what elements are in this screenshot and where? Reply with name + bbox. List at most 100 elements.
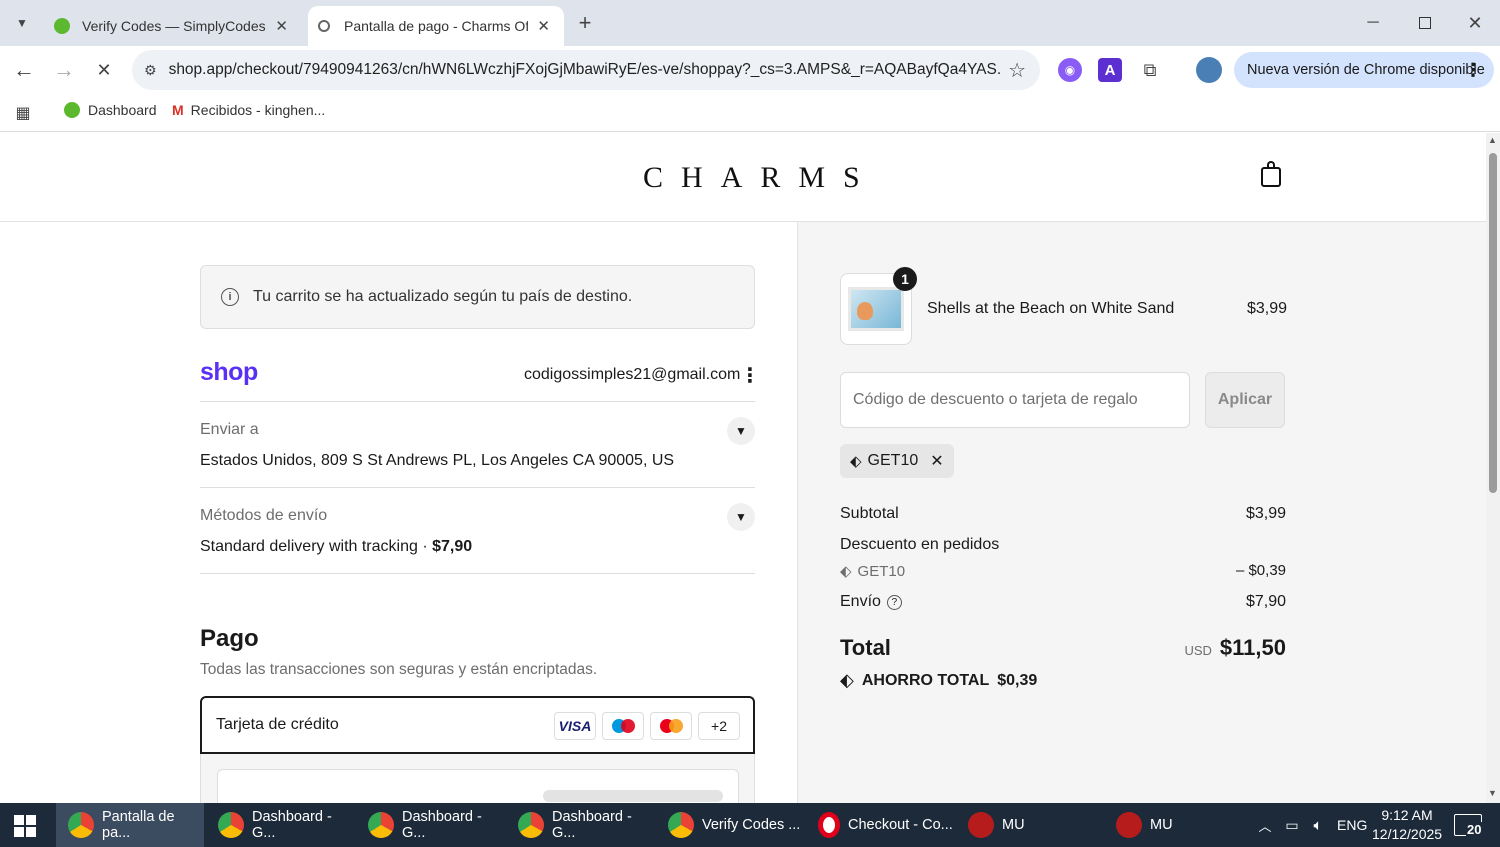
address-bar[interactable]: ⚙ shop.app/checkout/79490941263/cn/hWN6L… — [132, 50, 1040, 90]
chrome-update-button[interactable]: Nueva versión de Chrome disponible ⋮ — [1234, 52, 1494, 88]
update-label: Nueva versión de Chrome disponible — [1247, 62, 1485, 78]
apply-discount-button[interactable]: Aplicar — [1205, 372, 1285, 428]
ship-to-address: Estados Unidos, 809 S St Andrews PL, Los… — [200, 452, 675, 469]
cart-updated-notice: i Tu carrito se ha actualizado según tu … — [200, 265, 755, 329]
taskbar-item-dashboard-3[interactable]: Dashboard - G... — [506, 803, 654, 847]
savings-value: $0,39 — [997, 671, 1038, 689]
credit-card-label: Tarjeta de crédito — [216, 716, 339, 733]
discount-value: – $0,39 — [1235, 562, 1286, 579]
bookmarks-bar: ▦ Dashboard M Recibidos - kinghen... — [0, 94, 1500, 132]
extension-a-icon[interactable]: A — [1098, 58, 1122, 82]
tag-icon: ⬖ — [840, 670, 854, 690]
total-label: Total — [840, 635, 891, 660]
page-scrollbar[interactable]: ▲ ▼ — [1486, 133, 1500, 803]
taskbar-label: Pantalla de pa... — [102, 809, 175, 841]
total-amount: USD $11,50 — [1184, 635, 1286, 661]
shipping-method-expand-chevron-icon[interactable]: ▼ — [727, 503, 755, 531]
tab-verify-codes[interactable]: Verify Codes — SimplyCodes ✕ — [44, 6, 302, 46]
shipping-method-label: Métodos de envío — [200, 507, 328, 524]
store-logo[interactable]: CHARMS — [643, 161, 878, 195]
browser-toolbar: ← → ✕ ⚙ shop.app/checkout/79490941263/cn… — [0, 46, 1500, 94]
language-indicator[interactable]: ENG — [1337, 817, 1367, 833]
close-window-icon[interactable]: ✕ — [1460, 8, 1490, 38]
taskbar-item-opera-checkout[interactable]: Checkout - Co... — [806, 803, 954, 847]
new-tab-icon[interactable]: + — [572, 10, 598, 36]
shipping-value: $7,90 — [1245, 593, 1286, 610]
restore-icon[interactable] — [1410, 8, 1440, 38]
taskbar-label: Dashboard - G... — [252, 809, 332, 841]
subtotal-row: Subtotal $3,99 — [840, 505, 1286, 523]
taskbar-item-dashboard-2[interactable]: Dashboard - G... — [356, 803, 504, 847]
taskbar-item-mu-2[interactable]: MU — [1104, 803, 1252, 847]
cart-bag-icon[interactable] — [1261, 161, 1281, 187]
divider — [200, 401, 755, 402]
mu-game-icon — [968, 812, 994, 838]
bookmark-label: Dashboard — [88, 102, 157, 118]
total-value: $11,50 — [1219, 635, 1286, 660]
extensions-puzzle-icon[interactable]: ⧉ — [1138, 58, 1162, 82]
total-currency: USD — [1184, 643, 1212, 658]
tab-title: Pantalla de pago - Charms Offic — [344, 18, 528, 34]
bookmark-gmail[interactable]: M Recibidos - kinghen... — [172, 102, 325, 118]
close-tab-icon[interactable]: ✕ — [275, 17, 288, 35]
profile-avatar-icon[interactable] — [1196, 57, 1222, 83]
taskbar-item-mu-1[interactable]: MU — [956, 803, 1104, 847]
forward-icon[interactable]: → — [50, 56, 78, 84]
account-email: codigossimples21@gmail.com — [524, 366, 741, 383]
minimize-icon[interactable]: ─ — [1358, 8, 1388, 38]
bookmark-dashboard[interactable]: Dashboard — [64, 102, 157, 118]
remove-discount-icon[interactable]: ✕ — [930, 451, 943, 471]
tab-search-icon[interactable]: ▼ — [8, 10, 36, 36]
taskbar-label: MU — [1150, 817, 1173, 833]
bookmark-star-icon[interactable]: ☆ — [1002, 57, 1026, 83]
discount-code-text: GET10 — [857, 563, 906, 580]
menu-dots-icon[interactable]: ⋮ — [1464, 60, 1482, 81]
windows-start-icon[interactable] — [14, 815, 36, 837]
taskbar-item-verify-codes[interactable]: Verify Codes ... — [656, 803, 804, 847]
ship-to-expand-chevron-icon[interactable]: ▼ — [727, 417, 755, 445]
scrollbar-thumb[interactable] — [1489, 153, 1497, 493]
ship-to-label: Enviar a — [200, 421, 259, 438]
volume-icon[interactable]: 🔈︎ — [1308, 815, 1328, 835]
bookmark-label: Recibidos - kinghen... — [190, 102, 326, 118]
tab-strip: ▼ Verify Codes — SimplyCodes ✕ Pantalla … — [0, 0, 1500, 46]
shipping-row: Envío? $7,90 — [840, 593, 1286, 611]
tab-checkout[interactable]: Pantalla de pago - Charms Offic ✕ — [308, 6, 564, 46]
extension-icon[interactable]: ◉ — [1058, 58, 1082, 82]
taskbar-label: Dashboard - G... — [402, 809, 482, 841]
taskbar-item-dashboard-1[interactable]: Dashboard - G... — [206, 803, 354, 847]
url-text[interactable]: shop.app/checkout/79490941263/cn/hWN6LWc… — [169, 61, 1010, 79]
divider — [200, 487, 755, 488]
credit-card-option[interactable]: Tarjeta de crédito VISA +2 — [200, 696, 755, 754]
close-tab-icon[interactable]: ✕ — [537, 17, 550, 35]
show-hidden-icons-chevron-icon[interactable]: ︿ — [1256, 815, 1274, 835]
subtotal-label: Subtotal — [840, 505, 899, 522]
clock[interactable]: 9:12 AM 12/12/2025 — [1372, 806, 1442, 844]
shipping-method-price: $7,90 — [432, 538, 473, 555]
scroll-down-arrow-icon[interactable]: ▼ — [1488, 788, 1497, 798]
gmail-icon: M — [172, 102, 184, 118]
more-cards-badge: +2 — [698, 712, 740, 740]
card-number-field[interactable] — [217, 769, 739, 803]
separator: · — [417, 538, 433, 555]
chrome-icon — [368, 812, 394, 838]
help-icon[interactable]: ? — [886, 595, 902, 610]
stop-loading-icon[interactable]: ✕ — [90, 56, 118, 84]
back-icon[interactable]: ← — [10, 56, 38, 84]
network-icon[interactable]: ▭ — [1282, 815, 1302, 835]
tag-icon: ⬖ — [850, 453, 862, 470]
scroll-up-arrow-icon[interactable]: ▲ — [1488, 135, 1497, 145]
applied-code: GET10 — [867, 452, 919, 469]
discount-code-input[interactable]: Código de descuento o tarjeta de regalo — [840, 372, 1190, 428]
simplycodes-favicon-icon — [64, 102, 80, 118]
apps-grid-icon[interactable]: ▦ — [12, 102, 34, 124]
taskbar-item-chrome-checkout[interactable]: Pantalla de pa... — [56, 803, 204, 847]
taskbar-label: Verify Codes ... — [702, 817, 801, 833]
shop-pay-logo: shop — [200, 358, 258, 386]
site-info-icon[interactable]: ⚙ — [144, 62, 157, 79]
account-menu-icon[interactable]: ⋮ — [740, 363, 760, 388]
applied-discount-tag: ⬖ GET10 ✕ — [840, 444, 954, 478]
mu-game-icon — [1116, 812, 1142, 838]
clock-time: 9:12 AM — [1381, 807, 1433, 823]
shipping-method-name: Standard delivery with tracking — [200, 538, 418, 555]
